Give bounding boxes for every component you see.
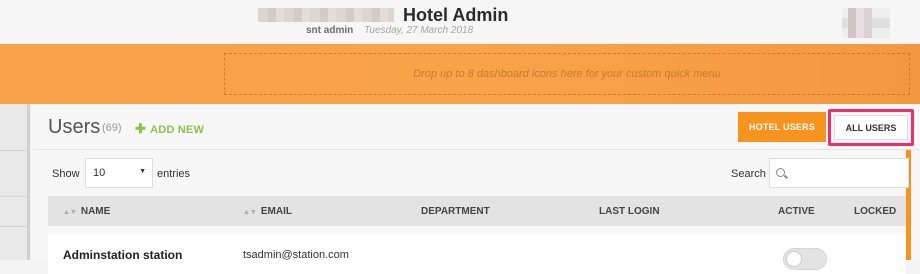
show-label: Show bbox=[52, 168, 80, 180]
divider bbox=[0, 226, 27, 227]
user-info: snt admin Tuesday, 27 March 2018 bbox=[306, 25, 473, 36]
divider bbox=[0, 196, 27, 197]
column-header-email[interactable]: ▲▼ EMAIL bbox=[243, 206, 292, 217]
toggle-knob bbox=[786, 251, 802, 267]
add-new-label: ADD NEW bbox=[150, 124, 205, 136]
active-toggle[interactable] bbox=[783, 248, 827, 270]
user-email-cell: tsadmin@station.com bbox=[243, 249, 349, 261]
avatar[interactable] bbox=[842, 8, 890, 38]
chevron-down-icon: ▼ bbox=[139, 168, 146, 175]
users-title: Users bbox=[48, 116, 101, 138]
current-date: Tuesday, 27 March 2018 bbox=[364, 25, 474, 36]
add-user-button[interactable]: ✚ ADD NEW bbox=[135, 121, 204, 137]
user-name[interactable]: snt admin bbox=[306, 25, 353, 36]
plus-icon: ✚ bbox=[135, 121, 147, 136]
tab-hotel-users[interactable]: HOTEL USERS bbox=[738, 112, 826, 142]
sort-icon: ▲▼ bbox=[63, 209, 77, 216]
page-title: Hotel Admin bbox=[403, 5, 509, 25]
users-panel: Users (69) ✚ ADD NEW HOTEL USERS ALL USER… bbox=[33, 104, 920, 274]
table-header: ▲▼ NAME ▲▼ EMAIL DEPARTMENT LAST LOGIN ACT… bbox=[48, 196, 906, 226]
hotel-logo bbox=[258, 8, 394, 22]
column-header-locked[interactable]: LOCKED bbox=[854, 206, 896, 217]
entries-label: entries bbox=[157, 168, 191, 180]
column-header-active[interactable]: ACTIVE bbox=[778, 206, 815, 217]
table-row[interactable]: Adminstation station tsadmin@station.com bbox=[48, 234, 906, 274]
tab-all-users[interactable]: ALL USERS bbox=[834, 115, 908, 140]
side-gutter bbox=[0, 104, 30, 260]
column-header-last-login[interactable]: LAST LOGIN bbox=[599, 206, 660, 217]
quick-menu-dropzone[interactable]: Drop up to 8 dashboard icons here for yo… bbox=[224, 53, 910, 95]
panel-header: Users (69) ✚ ADD NEW HOTEL USERS ALL USER… bbox=[33, 104, 920, 150]
column-header-department[interactable]: DEPARTMENT bbox=[421, 206, 490, 217]
divider bbox=[0, 150, 27, 151]
search-icon bbox=[776, 168, 785, 177]
column-header-name[interactable]: ▲▼ NAME bbox=[63, 206, 110, 217]
sort-icon: ▲▼ bbox=[243, 209, 257, 216]
highlight-box: ALL USERS bbox=[828, 109, 914, 146]
users-count: (69) bbox=[102, 122, 122, 134]
search-input[interactable] bbox=[769, 158, 909, 188]
top-header: Hotel Admin snt admin Tuesday, 27 March … bbox=[0, 0, 920, 44]
entries-select[interactable]: 10 ▼ bbox=[85, 158, 153, 188]
search-label: Search bbox=[731, 168, 766, 180]
quick-menu-bar: Drop up to 8 dashboard icons here for yo… bbox=[0, 44, 920, 104]
entries-select-value: 10 bbox=[93, 167, 106, 179]
